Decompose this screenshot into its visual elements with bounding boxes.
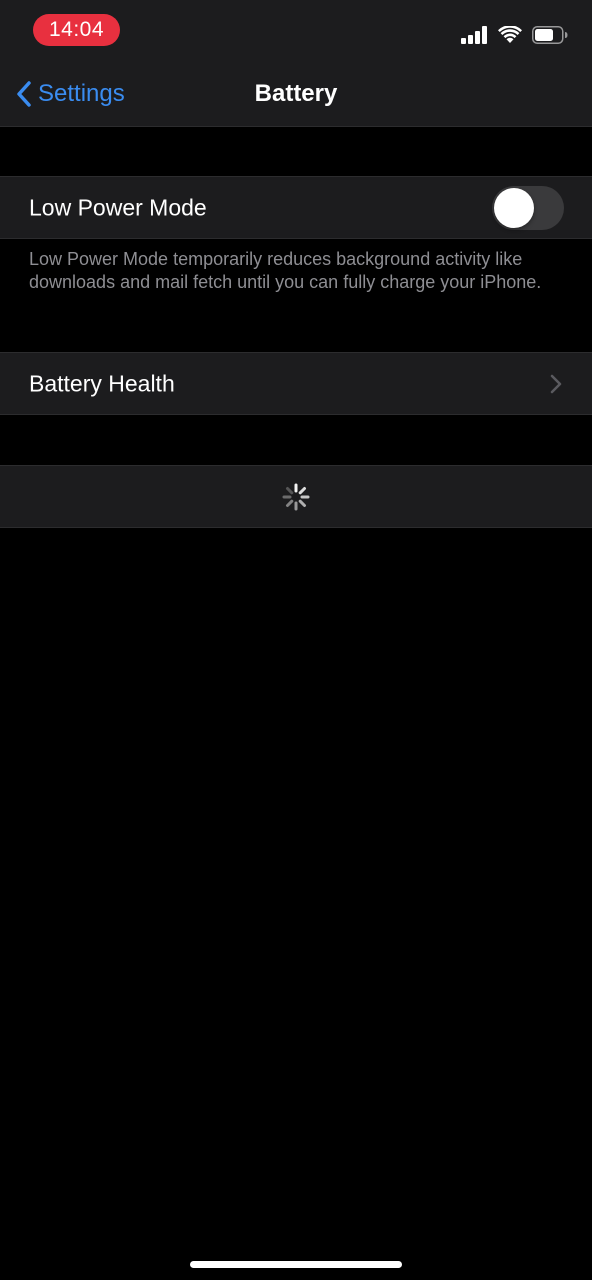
low-power-mode-description: Low Power Mode temporarily reduces backg… [29, 249, 542, 292]
low-power-mode-toggle[interactable] [492, 185, 564, 230]
chevron-right-icon [550, 374, 562, 393]
status-time[interactable]: 14:04 [33, 14, 120, 46]
battery-health-label: Battery Health [29, 370, 175, 396]
navigation-bar: Settings Battery [0, 62, 592, 127]
loading-row [0, 465, 592, 528]
activity-spinner-icon [282, 483, 310, 510]
low-power-mode-row: Low Power Mode [0, 176, 592, 239]
low-power-mode-label: Low Power Mode [29, 194, 207, 220]
page-title: Battery [254, 80, 338, 107]
status-bar: 14:04 [0, 0, 592, 62]
wifi-icon [498, 26, 522, 43]
cellular-signal-icon [461, 26, 487, 44]
section-spacer [0, 127, 592, 176]
toggle-knob [494, 187, 534, 228]
status-icons [461, 22, 568, 48]
battery-health-row[interactable]: Battery Health [0, 352, 592, 415]
battery-icon [532, 26, 568, 44]
home-indicator[interactable] [190, 1261, 402, 1268]
